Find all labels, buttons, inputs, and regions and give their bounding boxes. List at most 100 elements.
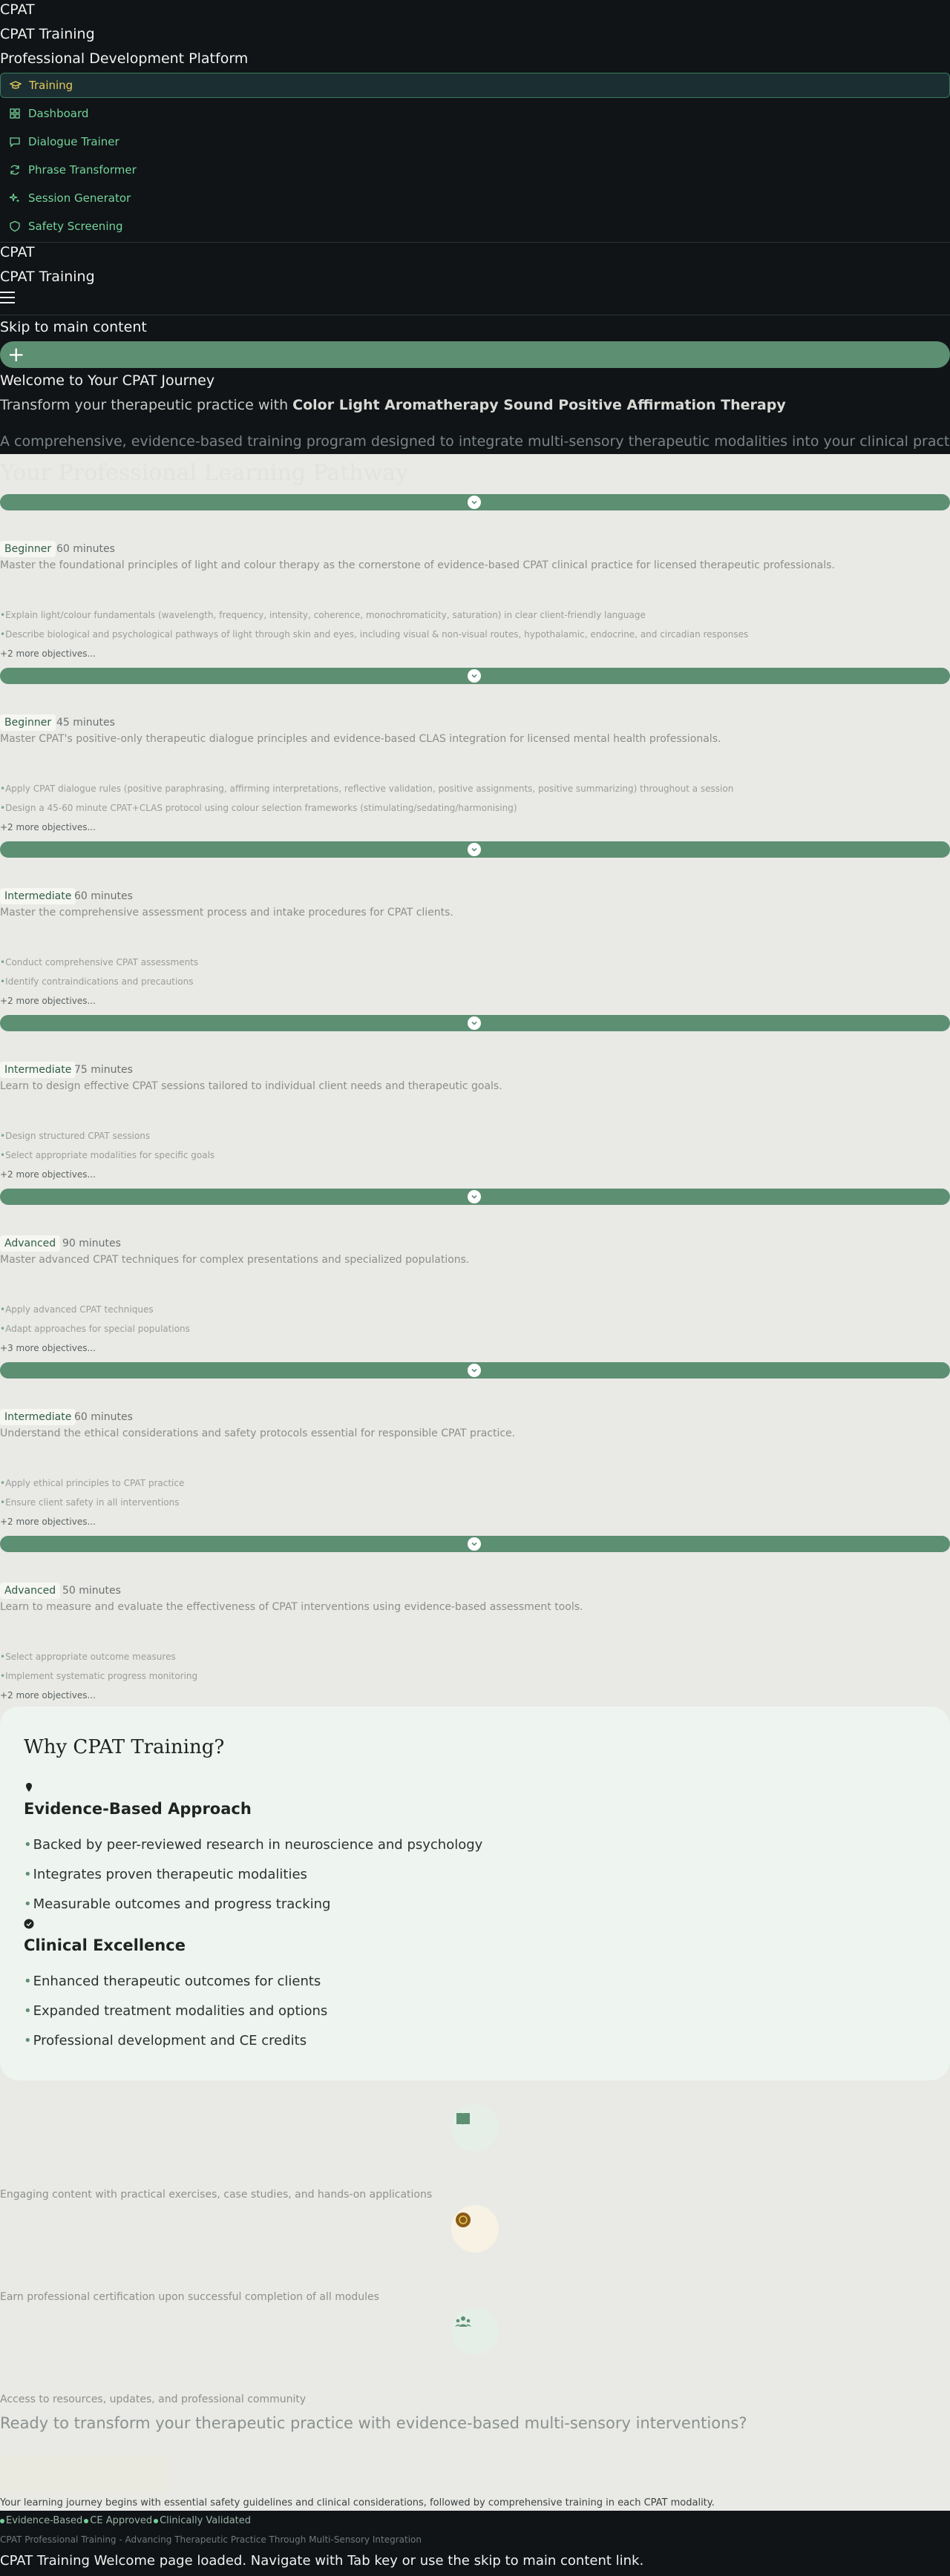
objective-item: •Apply ethical principles to CPAT practi…	[0, 1478, 185, 1488]
objective-item: •Design structured CPAT sessions	[0, 1131, 151, 1141]
objective-text: Identify contraindications and precautio…	[5, 976, 194, 987]
module-card: Beginner 60 minutes Master the foundationa…	[0, 494, 950, 668]
trust-badge: Evidence-Based	[6, 2515, 83, 2526]
sidebar-subtitle: Professional Development Platform	[0, 50, 249, 67]
chevron-down-icon	[468, 1364, 481, 1377]
objective-text: Select appropriate outcome measures	[5, 1652, 176, 1662]
objective-text: Describe biological and psychological pa…	[5, 629, 749, 640]
objective-text: Adapt approaches for special populations	[5, 1324, 190, 1334]
module-expand-button[interactable]	[0, 841, 950, 858]
objective-item: •Apply advanced CPAT techniques	[0, 1304, 154, 1315]
sidebar-item-training[interactable]: Training	[0, 73, 950, 98]
check-circle-icon	[24, 1919, 34, 1929]
module-description: Master the foundational principles of li…	[0, 559, 835, 571]
sidebar: CPAT CPAT Training Professional Developm…	[0, 0, 950, 454]
why-list-item: • Enhanced therapeutic outcomes for clien…	[24, 1974, 321, 1989]
module-card: Beginner 45 minutes Master CPAT's positive…	[0, 668, 950, 841]
trust-dot	[0, 2518, 4, 2523]
module-card: Intermediate 75 minutes Learn to design ef…	[0, 1015, 950, 1189]
why-list-item: • Measurable outcomes and progress tracki…	[24, 1896, 331, 1912]
why-list-item: • Backed by peer-reviewed research in neu…	[24, 1837, 483, 1853]
skip-to-main-link[interactable]: Skip to main content	[0, 319, 147, 335]
cta-text: Ready to transform your therapeutic prac…	[0, 2414, 747, 2432]
hero-subtitle: Transform your therapeutic practice with…	[0, 397, 786, 413]
module-duration: 45 minutes	[56, 717, 115, 729]
feature-description: Engaging content with practical exercise…	[0, 2189, 433, 2201]
module-card: Intermediate 60 minutes Understand the eth…	[0, 1362, 950, 1536]
sidebar-item-dialogue-trainer[interactable]: Dialogue Trainer	[0, 129, 950, 154]
hero-description: A comprehensive, evidence-based training…	[0, 433, 950, 450]
trust-dot	[154, 2518, 159, 2523]
sidebar-item-session-generator[interactable]: Session Generator	[0, 185, 950, 211]
refresh-icon	[9, 164, 21, 176]
chevron-down-icon	[468, 496, 481, 509]
pin-icon	[26, 1783, 32, 1792]
sidebar-item-label: Safety Screening	[28, 220, 123, 233]
more-objectives-link[interactable]: +2 more objectives...	[0, 1169, 96, 1180]
trust-badge: CE Approved	[90, 2515, 153, 2526]
feature-icon-badge	[451, 2307, 499, 2355]
sidebar-item-phrase-transformer[interactable]: Phrase Transformer	[0, 157, 950, 183]
sidebar-item-dashboard[interactable]: Dashboard	[0, 101, 950, 126]
trust-badges: Evidence-Based CE Approved Clinically Va…	[0, 2515, 251, 2526]
level-badge: Intermediate	[0, 1409, 76, 1425]
why-cpat-card: Why CPAT Training? Evidence-Based Approa…	[0, 1706, 950, 2080]
hero-title: Welcome to Your CPAT Journey	[0, 372, 215, 389]
footer: Evidence-Based CE Approved Clinically Va…	[0, 2511, 950, 2576]
module-expand-button[interactable]	[0, 494, 950, 510]
objective-item: •Design a 45-60 minute CPAT+CLAS protoco…	[0, 803, 517, 813]
chevron-down-icon	[468, 1537, 481, 1551]
objective-item: •Identify contraindications and precauti…	[0, 976, 194, 987]
chevron-down-icon	[468, 1016, 481, 1030]
feature-icon-badge	[451, 2205, 499, 2253]
objective-text: Select appropriate modalities for specif…	[5, 1150, 215, 1160]
hamburger-icon[interactable]	[0, 292, 16, 305]
chevron-down-icon	[468, 843, 481, 856]
more-objectives-link[interactable]: +2 more objectives...	[0, 996, 96, 1006]
sidebar-item-label: Phrase Transformer	[28, 163, 137, 177]
more-objectives-link[interactable]: +2 more objectives...	[0, 648, 96, 659]
objective-text: Design structured CPAT sessions	[5, 1131, 151, 1141]
module-description: Learn to design effective CPAT sessions …	[0, 1080, 502, 1092]
why-title: Why CPAT Training?	[24, 1736, 225, 1758]
dashboard-grid-icon	[9, 108, 21, 119]
module-card: Advanced 50 minutes Learn to measure and e…	[0, 1536, 950, 1709]
more-objectives-link[interactable]: +2 more objectives...	[0, 1690, 96, 1701]
why-item-text: Integrates proven therapeutic modalities	[33, 1867, 307, 1882]
sidebar-item-safety-screening[interactable]: Safety Screening	[0, 214, 950, 239]
more-objectives-link[interactable]: +2 more objectives...	[0, 1517, 96, 1527]
objective-text: Conduct comprehensive CPAT assessments	[5, 957, 199, 967]
shield-icon	[9, 220, 21, 232]
sidebar-title: CPAT Training	[0, 26, 95, 42]
chevron-down-icon	[468, 1190, 481, 1203]
module-duration: 60 minutes	[74, 1411, 133, 1423]
module-expand-button[interactable]	[0, 1015, 950, 1031]
plus-icon: +	[7, 342, 25, 367]
objective-item: •Select appropriate modalities for speci…	[0, 1150, 215, 1160]
sidebar-item-label: Training	[29, 79, 73, 92]
objective-item: •Implement systematic progress monitorin…	[0, 1671, 198, 1681]
more-objectives-link[interactable]: +2 more objectives...	[0, 822, 96, 832]
sidebar-brand: CPAT	[0, 1, 35, 18]
module-expand-button[interactable]	[0, 1536, 950, 1552]
feature-description: Access to resources, updates, and profes…	[0, 2393, 307, 2405]
level-badge: Beginner	[0, 714, 56, 731]
objective-text: Ensure client safety in all intervention…	[5, 1497, 180, 1508]
module-expand-button[interactable]	[0, 1189, 950, 1205]
objective-item: •Describe biological and psychological p…	[0, 629, 749, 640]
more-objectives-link[interactable]: +3 more objectives...	[0, 1343, 96, 1353]
chevron-down-icon	[468, 669, 481, 683]
module-expand-button[interactable]	[0, 1362, 950, 1379]
why-group-heading: Evidence-Based Approach	[24, 1800, 252, 1818]
why-list-item: • Integrates proven therapeutic modalitie…	[24, 1867, 307, 1882]
screen-reader-announcement: CPAT Training Welcome page loaded. Navig…	[0, 2553, 644, 2569]
why-item-text: Enhanced therapeutic outcomes for client…	[33, 1974, 321, 1989]
begin-journey-button[interactable]	[0, 2456, 168, 2493]
objective-text: Design a 45-60 minute CPAT+CLAS protocol…	[5, 803, 517, 813]
module-expand-button[interactable]	[0, 668, 950, 684]
header-brand: CPAT	[0, 244, 35, 260]
module-card: Intermediate 60 minutes Master the compreh…	[0, 841, 950, 1015]
objective-item: •Apply CPAT dialogue rules (positive par…	[0, 783, 734, 794]
objective-item: •Adapt approaches for special population…	[0, 1324, 190, 1334]
objective-text: Apply advanced CPAT techniques	[5, 1304, 154, 1315]
